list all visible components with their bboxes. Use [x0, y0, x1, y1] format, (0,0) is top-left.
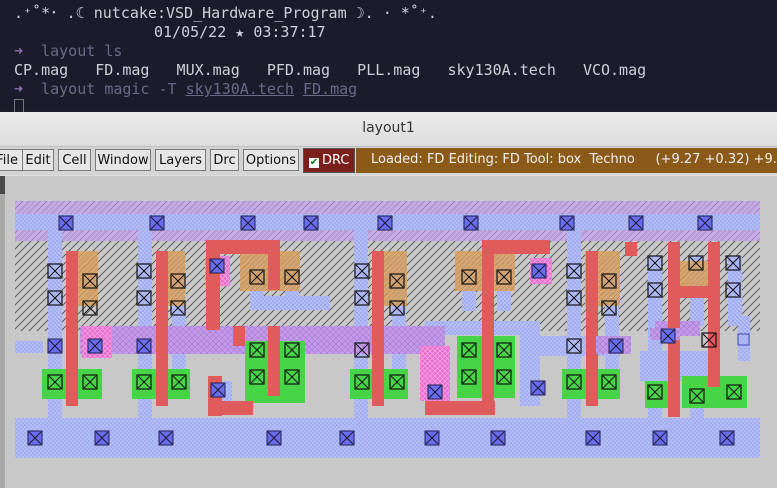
terminal-prompt-1: ➜ layout ls [14, 42, 122, 61]
terminal-prompt-2: ➜ layout magic -T sky130A.tech FD.mag [14, 80, 357, 99]
menu-options[interactable]: Options [243, 149, 299, 171]
layout-canvas[interactable] [0, 176, 777, 488]
terminal: .⁺˚*･ .☾ nutcake:VSD_Hardware_Program ☽.… [0, 0, 777, 114]
prompt-mag-file: FD.mag [303, 80, 358, 98]
drc-toggle[interactable]: ✔ DRC [303, 148, 355, 173]
drc-toggle-label: DRC [322, 153, 350, 168]
gnd-rail [15, 418, 760, 458]
layout-drawing [15, 201, 760, 458]
status-text: Loaded: FD Editing: FD Tool: box Techno … [371, 152, 777, 167]
prompt-dir: layout [41, 80, 96, 98]
window-titlebar[interactable]: layout1 [0, 112, 777, 147]
menu-window[interactable]: Window [95, 149, 151, 171]
terminal-banner: .⁺˚*･ .☾ nutcake:VSD_Hardware_Program ☽.… [14, 4, 437, 22]
prompt-dir: layout [41, 42, 96, 60]
menu-layers[interactable]: Layers [155, 149, 206, 171]
menu-cell[interactable]: Cell [58, 149, 91, 171]
menu-file[interactable]: File [0, 149, 24, 171]
window-title: layout1 [362, 120, 415, 136]
terminal-ls-output: CP.mag FD.mag MUX.mag PFD.mag PLL.mag sk… [14, 61, 647, 79]
terminal-datetime: 01/05/22 ★ 03:37:17 [154, 23, 326, 41]
magic-window: layout1 File Edit Cell Window Layers Drc… [0, 112, 777, 488]
status-bar: Loaded: FD Editing: FD Tool: box Techno … [356, 148, 777, 173]
menu-bar: File Edit Cell Window Layers Drc Options… [0, 147, 777, 175]
checkbox-icon: ✔ [309, 157, 319, 168]
prompt-flag: -T [158, 80, 177, 98]
prompt-arrow-icon: ➜ [14, 42, 24, 60]
prompt-arrow-icon: ➜ [14, 80, 24, 98]
prompt-command: magic [104, 80, 150, 98]
prompt-tech-file: sky130A.tech [185, 80, 294, 98]
menu-edit[interactable]: Edit [22, 149, 54, 171]
prompt-command: ls [104, 42, 123, 60]
menu-drc[interactable]: Drc [210, 149, 239, 171]
